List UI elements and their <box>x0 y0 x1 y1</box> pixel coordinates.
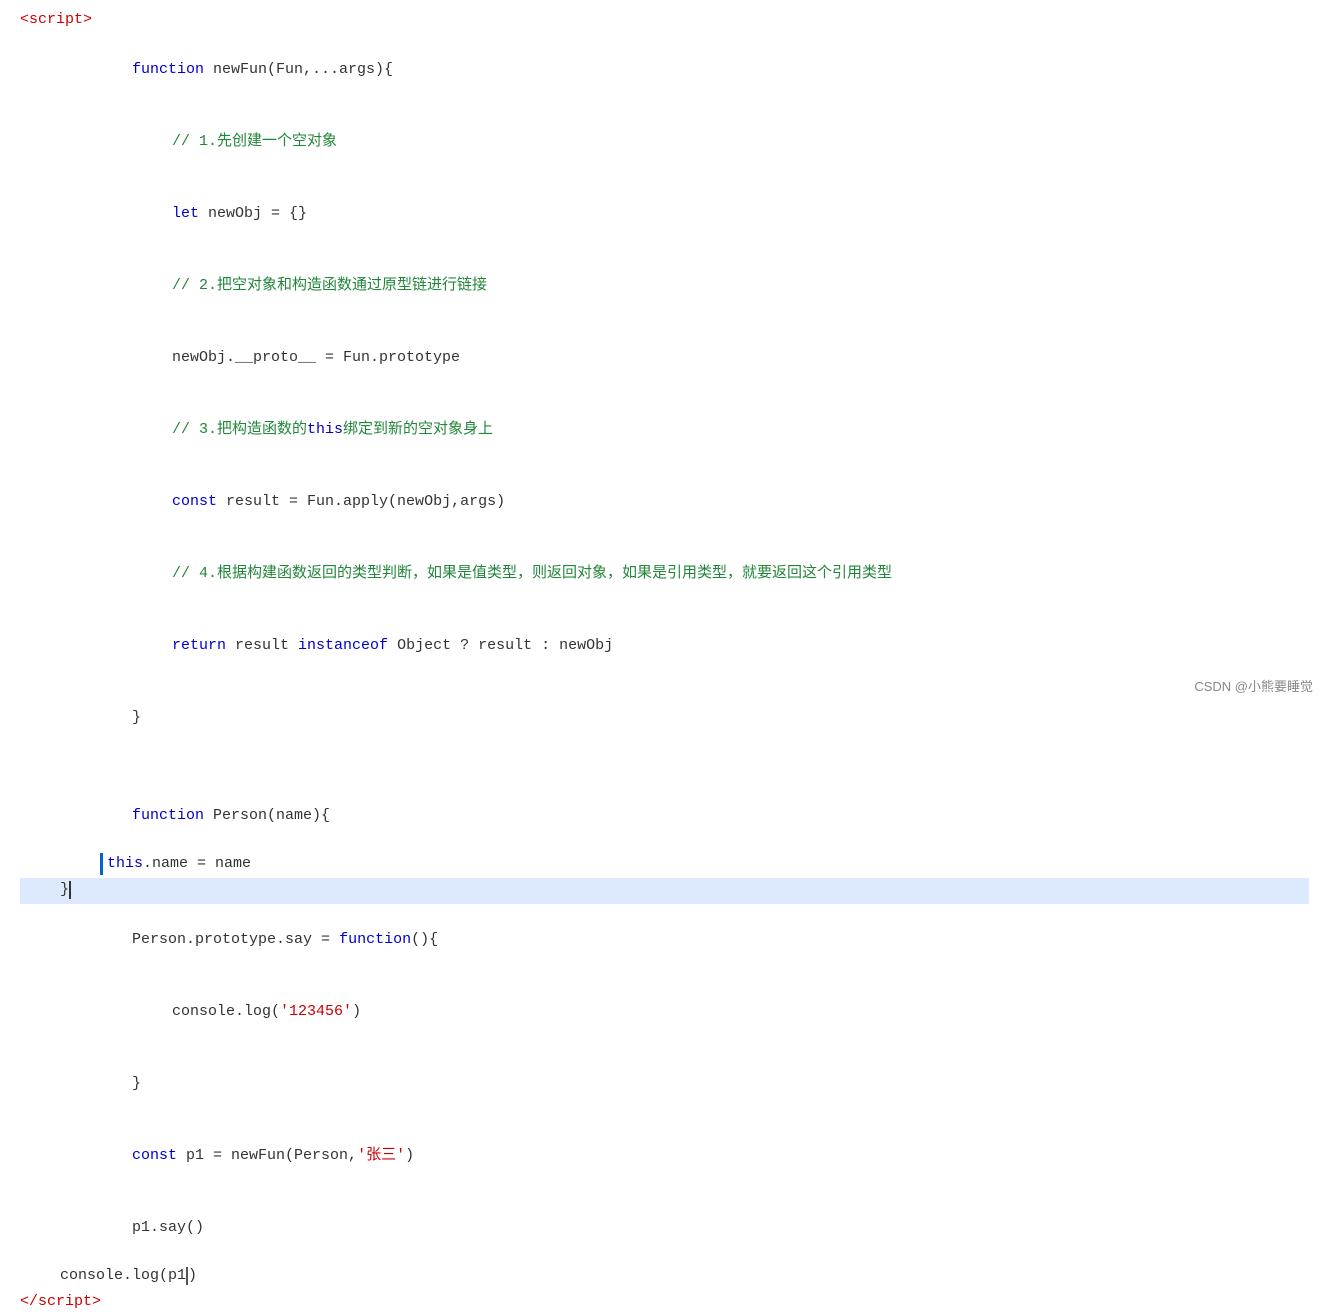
code-text: result = Fun.apply(newObj,args) <box>226 493 505 510</box>
line-fn1: function newFun(Fun,...args){ <box>20 34 1309 106</box>
keyword-instanceof: instanceof <box>298 637 397 654</box>
line-p1-say: p1.say() <box>20 1192 1309 1264</box>
line-return: return result instanceof Object ? result… <box>20 610 1309 682</box>
code-text2: (){ <box>411 931 438 948</box>
line-const-p1: const p1 = newFun(Person,'张三') <box>20 1120 1309 1192</box>
line-script-close: </script> <box>20 1290 1309 1316</box>
line-script-open: <script> <box>20 8 1309 34</box>
line-fn2: function Person(name){ <box>20 780 1309 852</box>
line-close2: } <box>20 878 1309 904</box>
keyword-return: return <box>172 637 235 654</box>
code-text: newObj.__proto__ = Fun.prototype <box>172 349 460 366</box>
line-comment3: // 3.把构造函数的this绑定到新的空对象身上 <box>20 394 1309 466</box>
line-this-name: this.name = name <box>20 852 1309 878</box>
script-open-tag: <script> <box>20 8 92 32</box>
code-text: newFun(Fun,...args){ <box>213 61 393 78</box>
keyword-this: this <box>107 852 143 876</box>
line-comment4: // 4.根据构建函数返回的类型判断，如果是值类型，则返回对象，如果是引用类型，… <box>20 538 1309 610</box>
code-text: Person.prototype.say = <box>132 931 339 948</box>
code-text: } <box>132 709 141 726</box>
line-console-p1: console.log(p1) <box>20 1264 1309 1290</box>
line-proto-say: Person.prototype.say = function(){ <box>20 904 1309 976</box>
line-proto: newObj.__proto__ = Fun.prototype <box>20 322 1309 394</box>
kw-this: this <box>307 421 343 438</box>
text-cursor <box>69 881 71 899</box>
code-text2: ) <box>188 1264 197 1288</box>
script-close-tag: </script> <box>20 1290 101 1314</box>
keyword-let: let <box>172 205 208 222</box>
code-brace: } <box>60 878 69 902</box>
keyword-const: const <box>172 493 226 510</box>
code-paren: ) <box>352 1003 361 1020</box>
code-text: console.log( <box>172 1003 280 1020</box>
string-value: '123456' <box>280 1003 352 1020</box>
line-comment2: // 2.把空对象和构造函数通过原型链进行链接 <box>20 250 1309 322</box>
code-container: <script> function newFun(Fun,...args){ /… <box>0 0 1329 706</box>
comment-text: // 3.把构造函数的 <box>172 421 307 438</box>
line-close3: } <box>20 1048 1309 1120</box>
line-const-result: const result = Fun.apply(newObj,args) <box>20 466 1309 538</box>
string-zhangsan: '张三' <box>357 1147 405 1164</box>
code-text: .name = name <box>143 852 251 876</box>
line-close1: } <box>20 682 1309 754</box>
line-comment1: // 1.先创建一个空对象 <box>20 106 1309 178</box>
code-text2: Object ? result : newObj <box>397 637 613 654</box>
line-console-log: console.log('123456') <box>20 976 1309 1048</box>
keyword-function3: function <box>339 931 411 948</box>
keyword-const2: const <box>132 1147 186 1164</box>
comment-text2: 绑定到新的空对象身上 <box>343 421 493 438</box>
keyword-function: function <box>132 61 213 78</box>
line-empty1 <box>20 754 1309 780</box>
code-block: <script> function newFun(Fun,...args){ /… <box>0 8 1329 1316</box>
code-text: p1 = newFun(Person, <box>186 1147 357 1164</box>
code-text: Person(name){ <box>213 807 330 824</box>
comment-text: // 4.根据构建函数返回的类型判断，如果是值类型，则返回对象，如果是引用类型，… <box>172 565 892 582</box>
line-let: let newObj = {} <box>20 178 1309 250</box>
code-text: } <box>132 1075 141 1092</box>
code-text: console.log(p1 <box>60 1264 186 1288</box>
code-text: result <box>235 637 298 654</box>
comment-text: // 2.把空对象和构造函数通过原型链进行链接 <box>172 277 487 294</box>
code-text: newObj = {} <box>208 205 307 222</box>
keyword-function2: function <box>132 807 213 824</box>
code-text: p1.say() <box>132 1219 204 1236</box>
code-paren: ) <box>405 1147 414 1164</box>
watermark: CSDN @小熊要睡觉 <box>1194 677 1313 698</box>
comment-text: // 1.先创建一个空对象 <box>172 133 337 150</box>
blue-bar <box>100 853 103 875</box>
